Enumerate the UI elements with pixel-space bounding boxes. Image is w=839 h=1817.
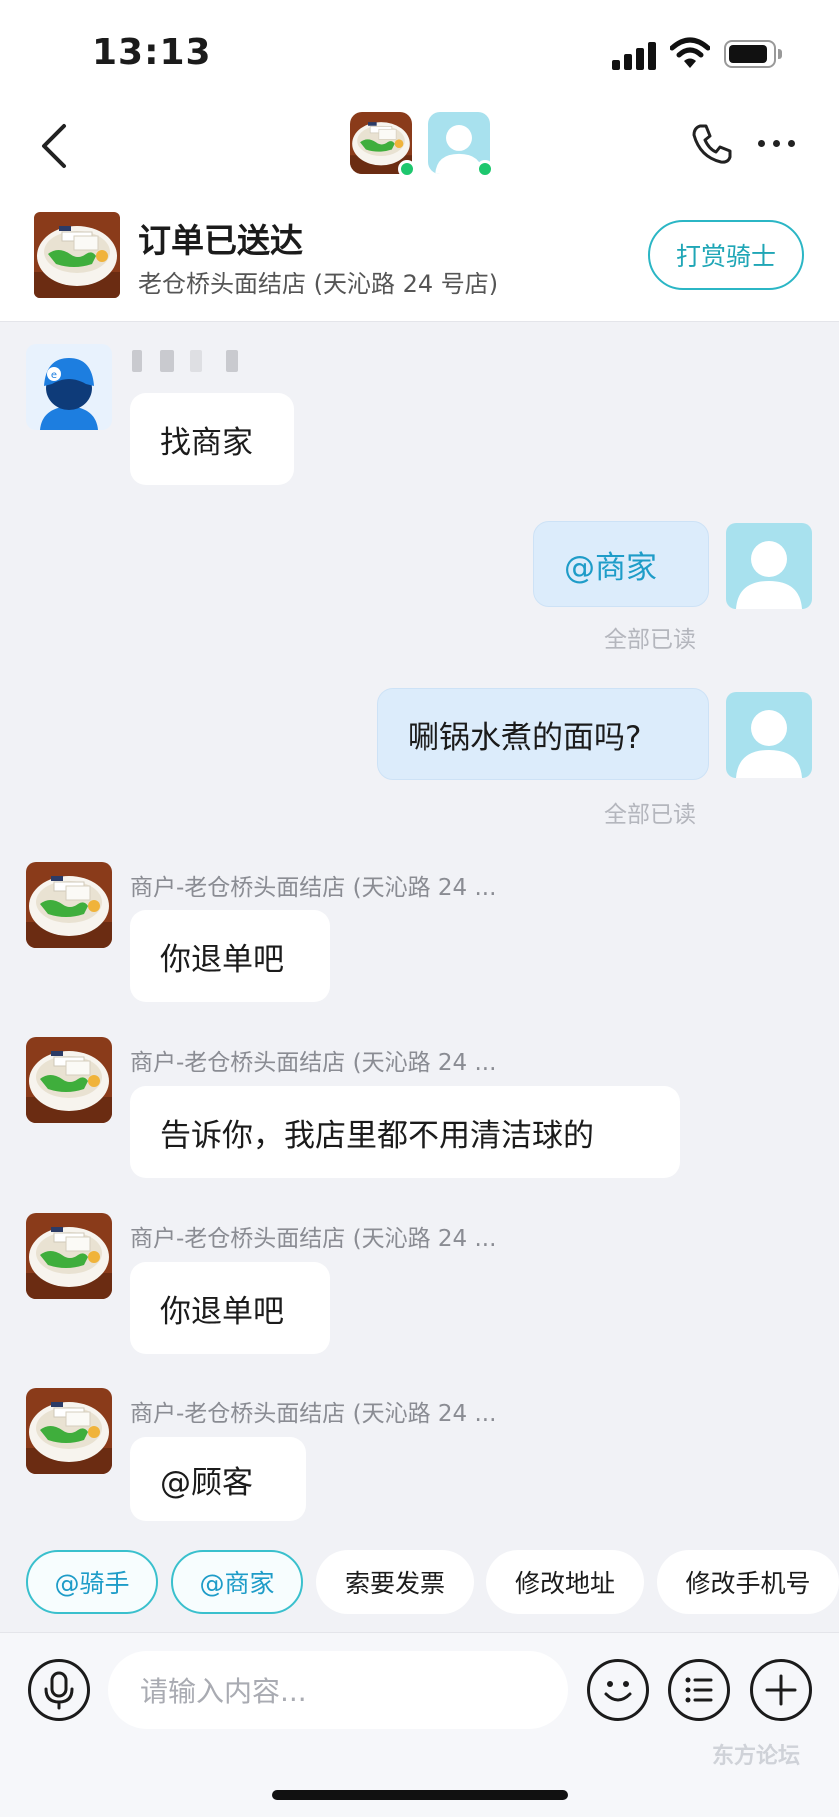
customer-avatar[interactable]: [428, 112, 494, 178]
message-bubble[interactable]: 找商家: [130, 393, 294, 485]
my-avatar[interactable]: [726, 523, 812, 609]
sender-name: 商户-老仓桥头面结店 (天沁路 24 ...: [130, 875, 497, 901]
rider-avatar[interactable]: [26, 344, 112, 430]
order-status-title: 订单已送达: [138, 221, 303, 260]
smiley-icon: [604, 1681, 632, 1702]
message-input[interactable]: 请输入内容...: [108, 1651, 568, 1729]
sender-name: 商户-老仓桥头面结店 (天沁路 24 ...: [130, 1401, 497, 1427]
message-bubble-outgoing[interactable]: 唰锅水煮的面吗?: [377, 688, 709, 780]
sender-name: 商户-老仓桥头面结店 (天沁路 24 ...: [130, 1226, 497, 1252]
emoji-button[interactable]: [587, 1659, 649, 1721]
forum-watermark: 东方论坛: [712, 1744, 801, 1769]
chevron-left-icon: [42, 124, 66, 168]
message-bubble-outgoing[interactable]: @商家: [533, 521, 709, 607]
read-receipt: 全部已读: [604, 627, 696, 653]
message-bubble[interactable]: 你退单吧: [130, 910, 330, 1002]
battery-icon: [724, 40, 782, 70]
phone-call-button[interactable]: [690, 122, 734, 166]
message-bubble[interactable]: 告诉你，我店里都不用清洁球的: [130, 1086, 680, 1178]
order-food-thumbnail[interactable]: [34, 212, 120, 298]
merchant-avatar[interactable]: [26, 1213, 112, 1299]
more-actions-button[interactable]: [750, 1659, 812, 1721]
message-bubble[interactable]: @顾客: [130, 1437, 306, 1521]
message-bubble[interactable]: 你退单吧: [130, 1262, 330, 1354]
merchant-avatar[interactable]: [26, 1037, 112, 1123]
status-bar: 13:13: [0, 0, 839, 100]
microphone-icon: [44, 1671, 74, 1710]
status-time: 13:13: [92, 32, 212, 73]
home-indicator[interactable]: [272, 1790, 568, 1800]
chip-change-address[interactable]: 修改地址: [486, 1550, 644, 1614]
sender-name: 商户-老仓桥头面结店 (天沁路 24 ...: [130, 1050, 497, 1076]
back-button[interactable]: [34, 118, 74, 174]
online-status-dot: [398, 160, 416, 178]
order-store-name[interactable]: 老仓桥头面结店 (天沁路 24 号店): [138, 264, 498, 299]
more-options-button[interactable]: [758, 136, 798, 152]
online-status-dot: [476, 160, 494, 178]
voice-input-button[interactable]: [28, 1659, 90, 1721]
chip-mention-rider[interactable]: @骑手: [26, 1550, 158, 1614]
phone-icon: [692, 124, 732, 164]
chat-nav-bar: [0, 100, 839, 200]
rider-name-blurred: [132, 346, 272, 376]
plus-icon: [765, 1674, 797, 1706]
merchant-avatar[interactable]: [26, 862, 112, 948]
my-avatar[interactable]: [726, 692, 812, 778]
merchant-avatar[interactable]: [350, 112, 416, 178]
chip-change-phone[interactable]: 修改手机号: [657, 1550, 839, 1614]
cellular-signal-icon: [612, 42, 656, 70]
wifi-icon: [669, 36, 711, 70]
read-receipt: 全部已读: [604, 802, 696, 828]
list-icon: [685, 1677, 713, 1703]
merchant-avatar[interactable]: [26, 1388, 112, 1474]
chip-request-invoice[interactable]: 索要发票: [316, 1550, 474, 1614]
quick-phrases-button[interactable]: [668, 1659, 730, 1721]
tip-rider-button[interactable]: 打赏骑士: [648, 220, 804, 290]
chip-mention-merchant[interactable]: @商家: [171, 1550, 303, 1614]
order-status-header: 订单已送达 老仓桥头面结店 (天沁路 24 号店) 打赏骑士: [0, 200, 839, 322]
